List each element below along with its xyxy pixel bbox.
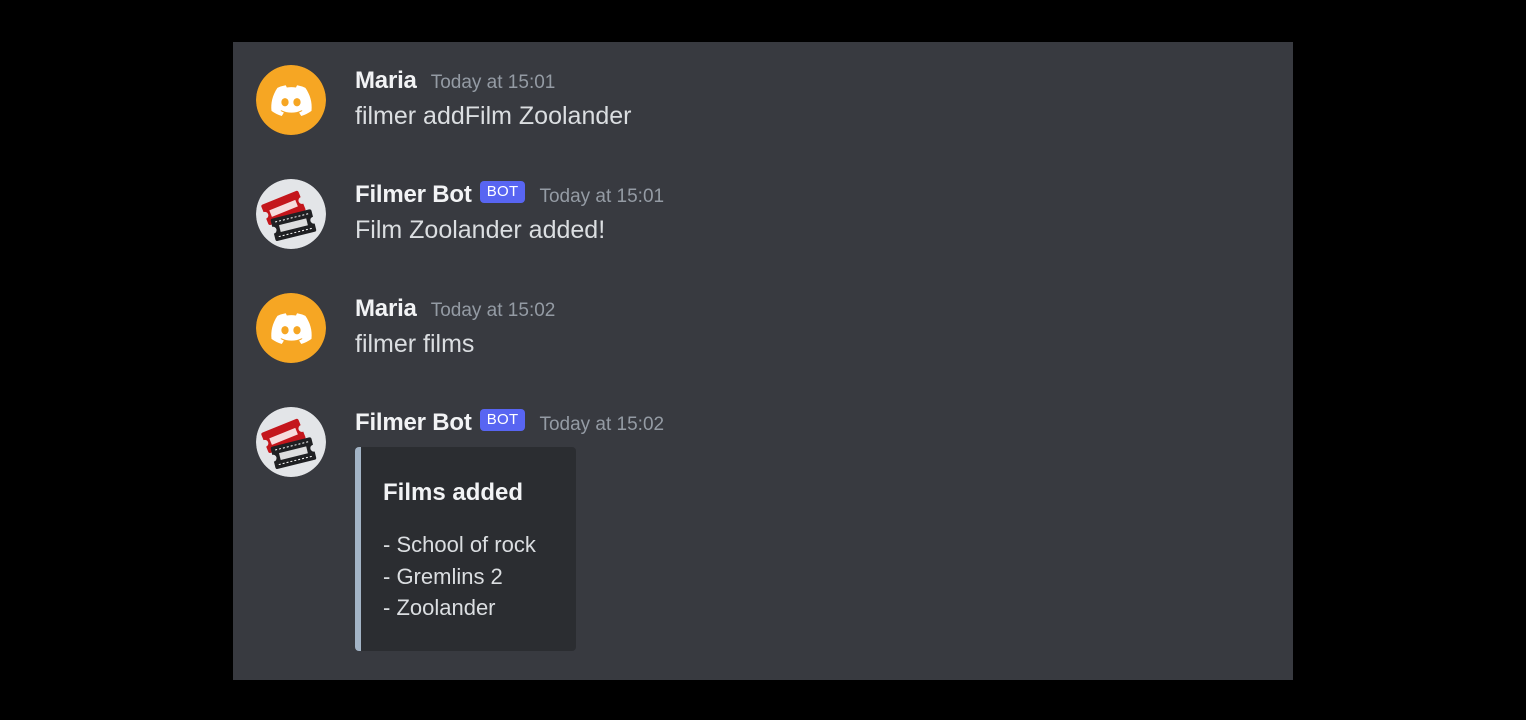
message-header: Filmer Bot BOT Today at 15:02 — [355, 407, 1273, 439]
message-text: Film Zoolander added! — [355, 216, 606, 244]
embed-list-item: - Zoolander — [383, 595, 496, 620]
film-tickets-icon[interactable] — [256, 407, 326, 477]
author-name[interactable]: Maria — [355, 295, 417, 323]
author-name[interactable]: Filmer Bot — [355, 181, 472, 209]
message-timestamp: Today at 15:01 — [430, 71, 556, 93]
message-embed: Films added - School of rock - Gremlins … — [355, 447, 576, 651]
message-content: Maria Today at 15:02 filmer films — [355, 293, 1273, 359]
embed-list: - School of rock - Gremlins 2 - Zoolande… — [383, 529, 536, 624]
embed-list-item: - School of rock — [383, 532, 536, 557]
message-header: Filmer Bot BOT Today at 15:01 — [355, 179, 1273, 211]
embed-title: Films added — [383, 479, 524, 506]
message-header: Maria Today at 15:02 — [355, 293, 1273, 325]
chat-panel: Maria Today at 15:01 filmer addFilm Zool… — [233, 42, 1293, 680]
message-timestamp: Today at 15:01 — [539, 185, 665, 207]
author-name[interactable]: Maria — [355, 67, 417, 95]
bot-badge: BOT — [479, 409, 526, 431]
embed-list-item: - Gremlins 2 — [383, 563, 503, 589]
film-tickets-icon[interactable] — [256, 179, 326, 249]
message-content: Filmer Bot BOT Today at 15:02 Films adde… — [355, 407, 1273, 651]
discord-logo-icon[interactable] — [256, 293, 326, 363]
message-timestamp: Today at 15:02 — [539, 413, 665, 435]
author-name[interactable]: Filmer Bot — [355, 409, 472, 437]
message-text: filmer films — [355, 330, 475, 358]
message-text: filmer addFilm Zoolander — [355, 102, 632, 130]
discord-logo-icon[interactable] — [256, 65, 326, 135]
bot-badge: BOT — [479, 181, 526, 203]
message-content: Filmer Bot BOT Today at 15:01 Film Zoola… — [355, 179, 1273, 245]
message-content: Maria Today at 15:01 filmer addFilm Zool… — [355, 65, 1273, 131]
message-timestamp: Today at 15:02 — [430, 299, 556, 321]
message-header: Maria Today at 15:01 — [355, 65, 1273, 97]
